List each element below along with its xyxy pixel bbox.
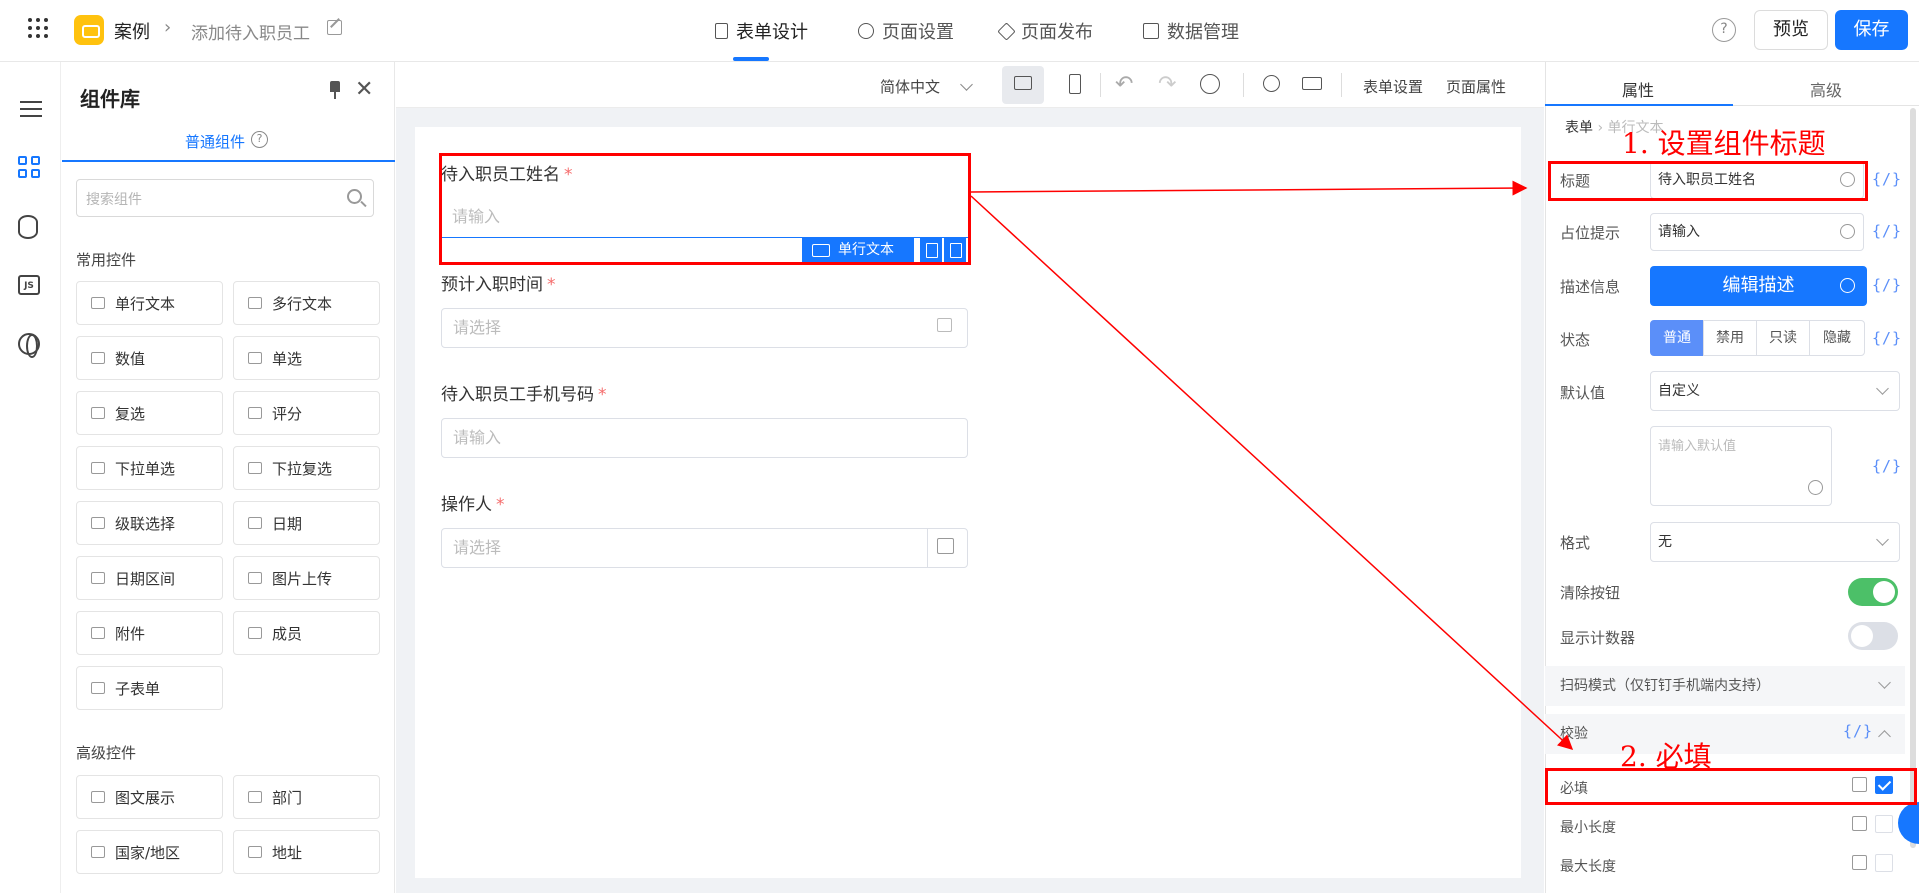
annotation-arrows [970,180,1574,751]
